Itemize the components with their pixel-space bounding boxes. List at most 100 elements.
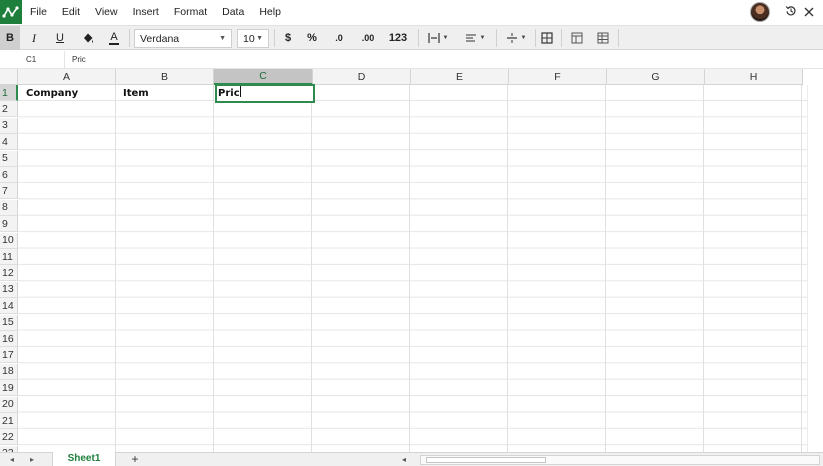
prev-sheet-arrow-icon[interactable]: ◂: [10, 453, 14, 466]
text-color-swatch: [109, 42, 119, 45]
text-color-button[interactable]: A: [104, 26, 124, 50]
sheet-tab-sheet1[interactable]: Sheet1: [52, 452, 116, 466]
unmerge-cells-button[interactable]: [595, 26, 611, 50]
fill-color-icon[interactable]: [78, 26, 98, 50]
font-family-select[interactable]: Verdana ▼: [134, 29, 232, 48]
percent-format-button[interactable]: %: [303, 26, 321, 50]
toolbar-divider: [496, 29, 497, 47]
horizontal-align-button[interactable]: ▼: [423, 26, 453, 50]
menu-edit[interactable]: Edit: [62, 6, 80, 18]
font-family-value: Verdana: [140, 32, 180, 45]
row-header-15[interactable]: 15: [0, 314, 18, 331]
avatar[interactable]: [750, 2, 770, 22]
borders-button[interactable]: [539, 26, 555, 50]
formula-input[interactable]: Pric: [64, 51, 86, 69]
toolbar-divider: [129, 29, 130, 47]
toolbar-divider: [418, 29, 419, 47]
align-left-icon: [465, 34, 476, 42]
column-header-a[interactable]: A: [18, 69, 116, 85]
vertical-scrollbar[interactable]: [807, 85, 823, 452]
menu-view[interactable]: View: [95, 6, 118, 18]
table-grid-icon: [597, 32, 609, 44]
increase-decimals-button[interactable]: .00: [356, 26, 380, 50]
app-logo-icon[interactable]: [0, 0, 22, 24]
cell-b1[interactable]: Item: [123, 86, 149, 102]
row-header-19[interactable]: 19: [0, 380, 18, 397]
row-header-20[interactable]: 20: [0, 396, 18, 413]
row-header-7[interactable]: 7: [0, 183, 18, 200]
row-header-12[interactable]: 12: [0, 265, 18, 282]
merge-cells-button[interactable]: [569, 26, 585, 50]
name-box[interactable]: C1: [0, 51, 64, 69]
menu-insert[interactable]: Insert: [133, 6, 159, 18]
menu-file[interactable]: File: [30, 6, 47, 18]
chevron-down-icon: ▼: [442, 35, 449, 41]
menu-items: File Edit View Insert Format Data Help: [30, 0, 296, 24]
column-header-b[interactable]: B: [116, 69, 214, 85]
menu-help[interactable]: Help: [259, 6, 281, 18]
row-header-18[interactable]: 18: [0, 363, 18, 380]
column-header-c[interactable]: C: [214, 69, 313, 85]
toolbar-divider: [618, 29, 619, 47]
row-header-14[interactable]: 14: [0, 298, 18, 315]
scroll-left-arrow-icon[interactable]: ◂: [402, 453, 406, 466]
row-header-1[interactable]: 1: [0, 85, 18, 101]
active-cell-c1[interactable]: Pric: [215, 84, 315, 103]
column-header-d[interactable]: D: [313, 69, 411, 85]
text-color-label: A: [110, 30, 118, 43]
menu-bar: File Edit View Insert Format Data Help: [0, 0, 823, 24]
row-header-22[interactable]: 22: [0, 429, 18, 446]
chevron-down-icon: ▼: [520, 35, 527, 41]
vertical-align-button[interactable]: ▼: [501, 26, 531, 50]
menu-data[interactable]: Data: [222, 6, 244, 18]
row-header-9[interactable]: 9: [0, 216, 18, 233]
row-header-16[interactable]: 16: [0, 331, 18, 347]
cell-grid[interactable]: [18, 85, 823, 452]
chevron-down-icon: ▼: [479, 35, 486, 41]
column-header-g[interactable]: G: [607, 69, 705, 85]
row-header-6[interactable]: 6: [0, 167, 18, 183]
borders-icon: [541, 32, 553, 44]
underline-button[interactable]: U: [50, 26, 70, 50]
history-icon[interactable]: [785, 5, 797, 20]
align-vertical-icon: [506, 33, 517, 43]
column-header-e[interactable]: E: [411, 69, 509, 85]
cell-a1[interactable]: Company: [26, 86, 78, 102]
toolbar-divider: [274, 29, 275, 47]
toolbar-divider: [561, 29, 562, 47]
row-header-5[interactable]: 5: [0, 150, 18, 167]
row-header-21[interactable]: 21: [0, 413, 18, 429]
row-header-11[interactable]: 11: [0, 249, 18, 265]
toolbar-divider: [535, 29, 536, 47]
add-sheet-button[interactable]: +: [127, 452, 143, 466]
text-align-button[interactable]: ▼: [459, 26, 491, 50]
column-header-h[interactable]: H: [705, 69, 803, 85]
next-sheet-arrow-icon[interactable]: ▸: [30, 453, 34, 466]
formula-bar: C1 Pric: [0, 51, 823, 69]
align-horizontal-icon: [427, 33, 440, 43]
select-all-corner[interactable]: [0, 69, 18, 85]
merge-cells-icon: [571, 32, 583, 44]
row-header-2[interactable]: 2: [0, 101, 18, 118]
cell-c1-editor[interactable]: Pric: [217, 87, 240, 101]
currency-format-button[interactable]: $: [279, 26, 297, 50]
row-header-10[interactable]: 10: [0, 232, 18, 249]
menu-format[interactable]: Format: [174, 6, 207, 18]
column-header-f[interactable]: F: [509, 69, 607, 85]
chevron-down-icon: ▼: [256, 35, 263, 42]
number-format-button[interactable]: 123: [386, 26, 410, 50]
font-size-value: 10: [243, 32, 255, 45]
bold-button[interactable]: B: [0, 26, 20, 50]
row-header-17[interactable]: 17: [0, 347, 18, 364]
row-header-4[interactable]: 4: [0, 134, 18, 151]
row-header-8[interactable]: 8: [0, 199, 18, 216]
font-size-select[interactable]: 10 ▼: [237, 29, 269, 48]
close-icon[interactable]: [803, 5, 815, 20]
row-header-3[interactable]: 3: [0, 117, 18, 134]
decrease-decimals-button[interactable]: .0: [329, 26, 349, 50]
italic-button[interactable]: I: [24, 26, 44, 50]
horizontal-scrollbar-thumb[interactable]: [426, 457, 546, 463]
sheet-tab-bar: ◂ ▸ Sheet1 + ◂: [0, 452, 823, 466]
horizontal-scrollbar[interactable]: [420, 455, 820, 465]
row-header-13[interactable]: 13: [0, 281, 18, 298]
